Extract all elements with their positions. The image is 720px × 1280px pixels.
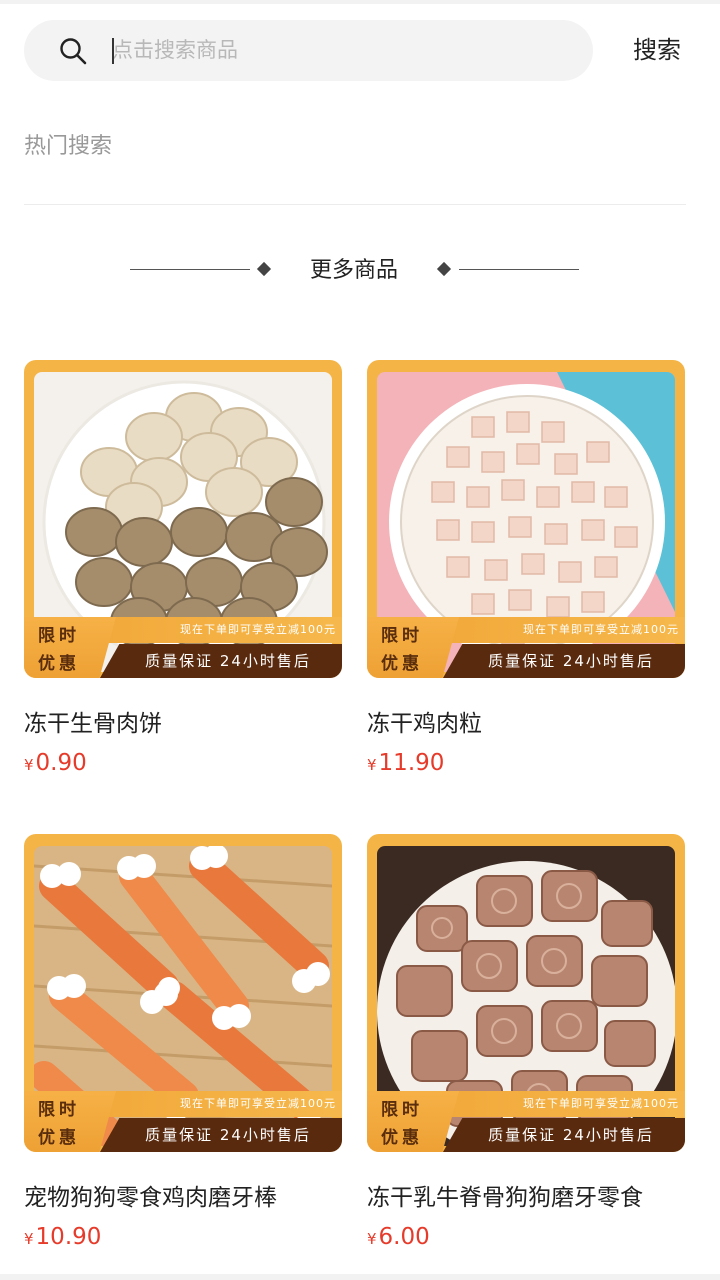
search-button[interactable]: 搜索 bbox=[620, 28, 694, 72]
promo-badge-line2: 优惠 bbox=[381, 654, 423, 674]
price-value: 11.90 bbox=[378, 750, 445, 776]
promo-badge: 限时 优惠 bbox=[367, 1091, 459, 1152]
text-caret bbox=[112, 38, 114, 64]
promo-banner: 现在下单即可享受立减100元 质量保证 24小时售后 限时 优惠 bbox=[367, 617, 685, 678]
section-divider bbox=[24, 204, 686, 205]
promo-badge: 限时 优惠 bbox=[24, 617, 116, 678]
promo-badge-line2: 优惠 bbox=[38, 654, 80, 674]
search-bar[interactable] bbox=[24, 20, 593, 81]
promo-banner: 现在下单即可享受立减100元 质量保证 24小时售后 限时 优惠 bbox=[24, 1091, 342, 1152]
promo-badge: 限时 优惠 bbox=[367, 617, 459, 678]
promo-badge-line1: 限时 bbox=[381, 1100, 423, 1120]
product-name: 冻干鸡肉粒 bbox=[367, 711, 482, 737]
bottom-divider bbox=[0, 1274, 720, 1280]
promo-guarantee-text: 质量保证 24小时售后 bbox=[443, 1118, 685, 1152]
product-name: 宠物狗狗零食鸡肉磨牙棒 bbox=[24, 1185, 277, 1211]
promo-badge-line1: 限时 bbox=[38, 626, 80, 646]
promo-badge-line1: 限时 bbox=[381, 626, 423, 646]
header-line-right bbox=[459, 269, 579, 270]
hot-search-title: 热门搜索 bbox=[24, 134, 113, 159]
product-name: 冻干生骨肉饼 bbox=[24, 711, 162, 737]
product-price: ¥10.90 bbox=[24, 1224, 101, 1250]
product-image-frame: 现在下单即可享受立减100元 质量保证 24小时售后 限时 优惠 bbox=[24, 360, 342, 678]
more-products-header: 更多商品 bbox=[0, 250, 720, 290]
promo-guarantee-text: 质量保证 24小时售后 bbox=[443, 644, 685, 678]
promo-guarantee-text: 质量保证 24小时售后 bbox=[100, 1118, 342, 1152]
currency-symbol: ¥ bbox=[24, 756, 34, 774]
currency-symbol: ¥ bbox=[24, 1230, 34, 1248]
header-diamond-right bbox=[436, 261, 452, 277]
promo-discount-text: 现在下单即可享受立减100元 bbox=[106, 617, 342, 643]
promo-badge-line2: 优惠 bbox=[38, 1128, 80, 1148]
header-line-left bbox=[130, 269, 250, 270]
search-input[interactable] bbox=[112, 32, 552, 68]
top-divider bbox=[0, 0, 720, 4]
promo-banner: 现在下单即可享受立减100元 质量保证 24小时售后 限时 优惠 bbox=[367, 1091, 685, 1152]
currency-symbol: ¥ bbox=[367, 756, 377, 774]
promo-badge-line1: 限时 bbox=[38, 1100, 80, 1120]
price-value: 0.90 bbox=[35, 750, 87, 776]
promo-discount-text: 现在下单即可享受立减100元 bbox=[106, 1091, 342, 1117]
search-icon bbox=[60, 38, 87, 65]
promo-badge-line2: 优惠 bbox=[381, 1128, 423, 1148]
promo-guarantee-text: 质量保证 24小时售后 bbox=[100, 644, 342, 678]
product-image-frame: 现在下单即可享受立减100元 质量保证 24小时售后 限时 优惠 bbox=[367, 834, 685, 1152]
more-products-title: 更多商品 bbox=[309, 258, 398, 283]
product-price: ¥0.90 bbox=[24, 750, 87, 776]
product-name: 冻干乳牛脊骨狗狗磨牙零食 bbox=[367, 1185, 643, 1211]
header-diamond-left bbox=[256, 261, 272, 277]
product-image-frame: 现在下单即可享受立减100元 质量保证 24小时售后 限时 优惠 bbox=[24, 834, 342, 1152]
product-price: ¥11.90 bbox=[367, 750, 444, 776]
promo-badge: 限时 优惠 bbox=[24, 1091, 116, 1152]
price-value: 10.90 bbox=[35, 1224, 102, 1250]
promo-discount-text: 现在下单即可享受立减100元 bbox=[449, 1091, 685, 1117]
promo-banner: 现在下单即可享受立减100元 质量保证 24小时售后 限时 优惠 bbox=[24, 617, 342, 678]
price-value: 6.00 bbox=[378, 1224, 430, 1250]
product-price: ¥6.00 bbox=[367, 1224, 430, 1250]
product-image-frame: 现在下单即可享受立减100元 质量保证 24小时售后 限时 优惠 bbox=[367, 360, 685, 678]
promo-discount-text: 现在下单即可享受立减100元 bbox=[449, 617, 685, 643]
currency-symbol: ¥ bbox=[367, 1230, 377, 1248]
